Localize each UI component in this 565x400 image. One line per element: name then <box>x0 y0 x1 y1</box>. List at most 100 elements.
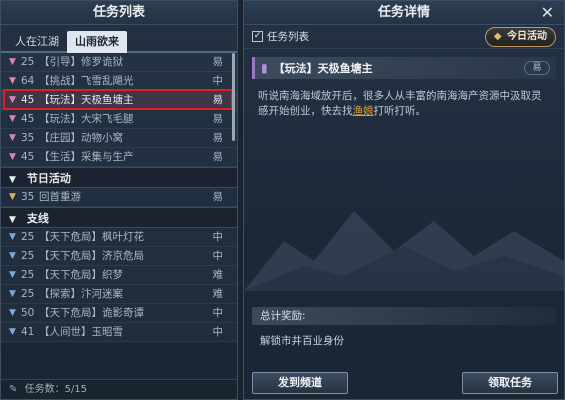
daily-activity-label: 今日活动 <box>507 30 547 42</box>
task-difficulty: 易 <box>212 93 224 106</box>
task-list-toggle-label: 任务列表 <box>267 31 309 43</box>
task-difficulty: 易 <box>212 131 224 144</box>
task-list-title: 任务列表 <box>1 1 237 25</box>
task-row[interactable]: ▼ 25 【天下危局】枫叶灯花 中 <box>1 228 237 247</box>
task-name: 【玩法】大宋飞毛腿 <box>39 112 134 125</box>
chevron-down-icon: ▼ <box>9 231 16 242</box>
task-list: ▼ 25 【引导】修罗诡狱易 ▼ 64 【挑战】飞雪乱飓光中 ▼ 45 【玩法】天极鱼塘主易 ▼ 4… <box>1 53 237 342</box>
task-level: 35 <box>21 190 35 203</box>
task-name: 【天下危局】织梦 <box>39 268 123 281</box>
chevron-down-icon: ▼ <box>9 288 16 299</box>
close-icon[interactable]: ✕ <box>541 1 554 25</box>
task-level: 25 <box>21 268 35 281</box>
task-tabs: 人在江湖 山雨欲来 <box>1 25 237 53</box>
task-count: 任务数：5/15 <box>24 384 88 395</box>
task-name: 回首重游 <box>39 190 81 203</box>
task-row[interactable]: ▼ 45 【玩法】大宋飞毛腿 易 <box>1 110 237 129</box>
task-row[interactable]: ▼ 35 回首重游 易 <box>1 188 237 207</box>
reward-text: 解锁市井百业身份 <box>260 335 344 347</box>
list-scrollbar[interactable] <box>232 53 235 141</box>
task-list-panel: 任务列表 人在江湖 山雨欲来 ▼ 25 【引导】修罗诡狱易 ▼ 64 【挑战】飞雪乱飓光中… <box>0 0 238 400</box>
task-name: 【庄园】动物小窝 <box>39 131 123 144</box>
chevron-down-icon: ▼ <box>9 132 16 143</box>
section-branch-label: 支线 <box>26 212 49 225</box>
task-level: 25 <box>21 230 35 243</box>
task-name: 【探索】汴河迷案 <box>39 287 123 300</box>
task-detail-header: 任务详情 ✕ <box>244 1 564 25</box>
task-name: 【人间世】玉昭雪 <box>39 325 123 338</box>
task-title-bar: ▮ 【玩法】天极鱼塘主 易 <box>252 57 556 79</box>
chevron-down-icon: ▼ <box>9 94 16 105</box>
desc-text-tail: 打听打听。 <box>373 105 427 117</box>
tab-jianghu[interactable]: 人在江湖 <box>7 31 67 53</box>
task-level: 25 <box>21 55 35 68</box>
task-row[interactable]: ▼ 41 【人间世】玉昭雪 中 <box>1 323 237 342</box>
task-difficulty: 易 <box>212 190 224 203</box>
mountain-decoration-icon <box>244 211 564 291</box>
detail-toolbar: ✓ 任务列表 ◆ 今日活动 <box>244 25 564 49</box>
task-name: 【天下危局】诡影奇谭 <box>39 306 144 319</box>
chevron-down-icon: ▼ <box>9 75 16 86</box>
task-difficulty: 中 <box>212 306 224 319</box>
npc-link[interactable]: 渔娘 <box>353 105 374 117</box>
chevron-down-icon: ▼ <box>9 250 16 261</box>
task-row[interactable]: ▼ 45 【生活】采集与生产 易 <box>1 148 237 167</box>
task-name: 【挑战】飞雪乱飓光 <box>39 74 134 87</box>
task-difficulty: 中 <box>212 325 224 338</box>
chevron-down-icon: ▼ <box>9 307 16 318</box>
task-name: 【天下危局】枫叶灯花 <box>39 230 144 243</box>
task-level: 35 <box>21 131 35 144</box>
daily-activity-button[interactable]: ◆ 今日活动 <box>484 26 556 47</box>
task-level: 25 <box>21 249 35 262</box>
task-level: 50 <box>21 306 35 319</box>
task-name: 【生活】采集与生产 <box>39 150 134 163</box>
reward-header: 总计奖励: <box>252 307 556 325</box>
chevron-down-icon: ▼ <box>9 113 16 124</box>
task-level: 45 <box>21 93 35 106</box>
task-row[interactable]: ▼ 25 【天下危局】济京危局 中 <box>1 247 237 266</box>
task-detail-title: 任务详情 <box>377 5 430 20</box>
chevron-down-icon: ▼ <box>9 56 16 67</box>
task-difficulty: 易 <box>212 55 224 68</box>
task-row[interactable]: ▼ 35 【庄园】动物小窝 易 <box>1 129 237 148</box>
chevron-down-icon: ▼ <box>9 191 16 202</box>
task-difficulty: 易 <box>212 112 224 125</box>
task-row[interactable]: ▼ 25 【天下危局】织梦 难 <box>1 266 237 285</box>
section-festival[interactable]: ▼ 节日活动 <box>1 167 237 188</box>
scroll-icon: ✎ <box>9 384 18 395</box>
task-level: 25 <box>21 287 35 300</box>
task-count-footer: ✎ 任务数：5/15 <box>1 379 237 399</box>
checkbox-checked-icon[interactable]: ✓ <box>252 31 263 42</box>
section-festival-label: 节日活动 <box>26 172 71 185</box>
task-difficulty: 难 <box>212 287 224 300</box>
task-name: 【引导】修罗诡狱 <box>39 55 123 68</box>
task-difficulty: 中 <box>212 230 224 243</box>
task-level: 45 <box>21 112 35 125</box>
task-list-toggle[interactable]: ✓ 任务列表 <box>252 29 309 44</box>
tab-shanyu[interactable]: 山雨欲来 <box>67 31 127 53</box>
accept-task-button[interactable]: 领取任务 <box>462 372 558 394</box>
task-level: 64 <box>21 74 35 87</box>
task-level: 41 <box>21 325 35 338</box>
task-row[interactable]: ▼ 25 【探索】汴河迷案 难 <box>1 285 237 304</box>
chevron-down-icon: ▼ <box>9 326 16 337</box>
task-description: 听说南海海域放开后，很多人从丰富的南海海产资源中汲取灵感开始创业，快去找渔娘打听… <box>258 89 550 119</box>
task-row[interactable]: ▼ 64 【挑战】飞雪乱飓光 中 <box>1 72 237 91</box>
scroll-quest-icon: ▮ <box>261 61 268 75</box>
chevron-down-icon: ▼ <box>9 269 16 280</box>
send-to-channel-button[interactable]: 发到频道 <box>252 372 348 394</box>
task-row[interactable]: ▼ 45 【玩法】天极鱼塘主 易 <box>1 91 237 110</box>
diamond-icon: ◆ <box>493 30 502 42</box>
task-name: 【玩法】天极鱼塘主 <box>39 93 134 106</box>
task-detail-panel: 任务详情 ✕ ✓ 任务列表 ◆ 今日活动 ▮ 【玩法】天极鱼塘主 易 听说南海海… <box>243 0 565 400</box>
task-name: 【天下危局】济京危局 <box>39 249 144 262</box>
task-level: 45 <box>21 150 35 163</box>
difficulty-badge: 易 <box>524 61 550 75</box>
task-title: 【玩法】天极鱼塘主 <box>273 62 373 75</box>
task-row[interactable]: ▼ 25 【引导】修罗诡狱 易 <box>1 53 237 72</box>
task-difficulty: 中 <box>212 74 224 87</box>
task-row[interactable]: ▼ 50 【天下危局】诡影奇谭 中 <box>1 304 237 323</box>
section-branch[interactable]: ▼ 支线 <box>1 207 237 228</box>
task-difficulty: 易 <box>212 150 224 163</box>
task-difficulty: 难 <box>212 268 224 281</box>
